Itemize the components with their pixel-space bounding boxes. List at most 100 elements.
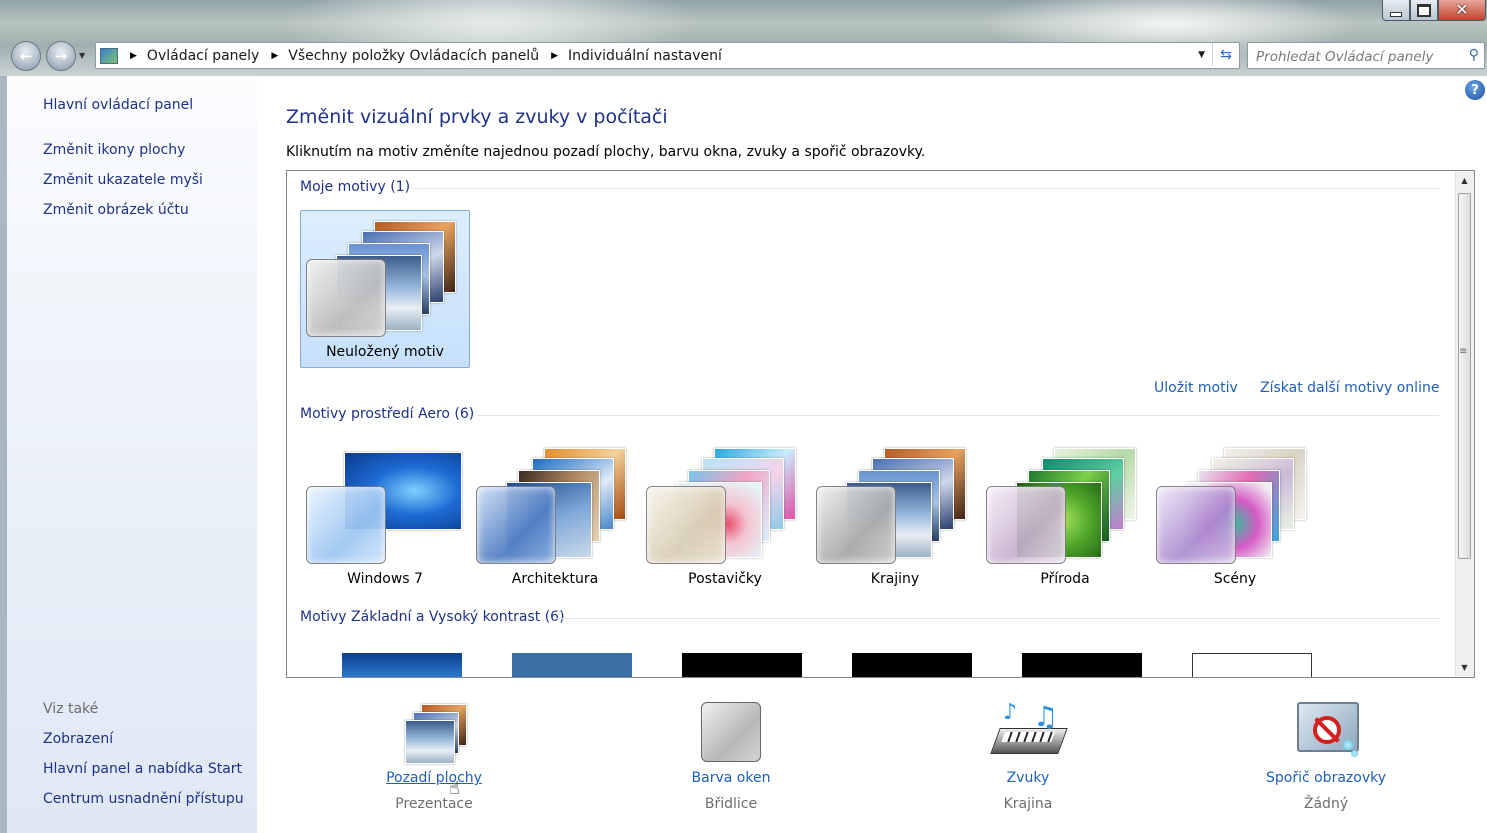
theme-thumbnail [306, 448, 466, 564]
desktop-background-value: Prezentace [395, 796, 473, 812]
search-input[interactable] [1254, 45, 1458, 68]
window-color-setting[interactable]: Barva oken Břidlice [631, 700, 831, 812]
sidebar-link-taskbar-start[interactable]: Hlavní panel a nabídka Start [43, 761, 242, 777]
breadcrumb-separator-icon[interactable]: ▶ [271, 51, 278, 61]
minimize-icon [1390, 11, 1402, 17]
desktop-background-link[interactable]: Pozadí plochy [334, 770, 534, 786]
group-header-my-themes: Moje motivy (1) [300, 179, 410, 195]
forward-button[interactable]: → [46, 41, 76, 71]
theme-characters[interactable]: Postavičky [640, 437, 810, 595]
theme-basic-4[interactable] [852, 653, 972, 677]
sounds-value: Krajina [1003, 796, 1053, 812]
desktop-background-icon [399, 700, 469, 764]
screensaver-link[interactable]: Spořič obrazovky [1226, 770, 1426, 786]
maximize-icon [1417, 3, 1431, 17]
search-box[interactable]: ⚲ [1247, 42, 1485, 69]
scroll-up-icon[interactable]: ▲ [1456, 172, 1473, 189]
recent-pages-dropdown[interactable]: ▼ [79, 51, 85, 60]
breadcrumb-control-panel[interactable]: Ovládací panely [147, 48, 259, 64]
sounds-icon: ♪ ♫ [990, 700, 1068, 764]
maximize-button[interactable] [1410, 0, 1438, 21]
theme-label: Architektura [511, 571, 599, 587]
control-panel-icon [100, 47, 118, 64]
screensaver-setting[interactable]: Spořič obrazovky Žádný [1226, 700, 1426, 812]
theme-label: Scény [1213, 571, 1257, 587]
breadcrumb-all-items[interactable]: Všechny položky Ovládacích panelů [288, 48, 539, 64]
page-description: Kliknutím na motiv změníte najednou poza… [286, 144, 926, 160]
theme-label: Krajiny [870, 571, 920, 587]
desktop-background-setting[interactable]: Pozadí plochy Prezentace [334, 700, 534, 812]
help-glyph: ? [1471, 82, 1479, 98]
theme-thumbnail [816, 448, 976, 564]
refresh-icon: ⇆ [1220, 46, 1232, 63]
sidebar: Hlavní ovládací panel Změnit ikony ploch… [7, 76, 257, 833]
sidebar-link-desktop-icons[interactable]: Změnit ikony plochy [43, 142, 185, 158]
breadcrumb-personalization[interactable]: Individuální nastavení [568, 48, 722, 64]
sidebar-link-control-panel-home[interactable]: Hlavní ovládací panel [43, 97, 193, 113]
scrollbar-thumb[interactable] [1458, 193, 1471, 559]
theme-architecture[interactable]: Architektura [470, 437, 640, 595]
sidebar-link-mouse-pointers[interactable]: Změnit ukazatele myši [43, 172, 203, 188]
breadcrumb-separator-icon[interactable]: ▶ [130, 51, 137, 61]
theme-list[interactable]: ▲ ≡ ▼ Moje motivy (1) Neuložený motiv Ul… [286, 170, 1475, 678]
theme-scenes[interactable]: Scény [1150, 437, 1320, 595]
theme-basic-1[interactable] [342, 653, 462, 677]
search-icon[interactable]: ⚲ [1469, 47, 1479, 63]
sidebar-link-ease-of-access[interactable]: Centrum usnadnění přístupu [43, 791, 244, 807]
sounds-link[interactable]: Zvuky [928, 770, 1128, 786]
address-bar[interactable]: ▶ Ovládací panely ▶ Všechny položky Ovlá… [95, 42, 1240, 69]
window-color-link[interactable]: Barva oken [631, 770, 831, 786]
sidebar-link-account-picture[interactable]: Změnit obrázek účtu [43, 202, 189, 218]
scroll-down-icon[interactable]: ▼ [1456, 659, 1473, 676]
theme-thumbnail [1156, 448, 1316, 564]
theme-label: Postavičky [688, 571, 762, 587]
group-divider [555, 618, 1439, 619]
theme-landscapes[interactable]: Krajiny [810, 437, 980, 595]
theme-windows7[interactable]: Windows 7 [300, 437, 470, 595]
scrollbar-grip-icon: ≡ [1459, 346, 1468, 357]
refresh-button[interactable]: ⇆ [1212, 43, 1239, 66]
vertical-scrollbar[interactable]: ▲ ≡ ▼ [1455, 171, 1474, 677]
group-header-label: Motivy prostředí Aero (6) [300, 406, 475, 422]
back-button[interactable]: ← [11, 41, 41, 71]
sidebar-link-display[interactable]: Zobrazení [43, 731, 113, 747]
close-icon: ✕ [1455, 0, 1469, 19]
window-titlebar: ✕ ← → ▼ ▶ Ovládací panely ▶ Všechny polo… [0, 0, 1487, 76]
see-also-heading: Viz také [43, 701, 99, 717]
window-color-icon [696, 700, 766, 764]
group-header-aero: Motivy prostředí Aero (6) [300, 406, 474, 422]
theme-basic-3[interactable] [682, 653, 802, 677]
theme-thumbnail [986, 448, 1146, 564]
minimize-button[interactable] [1382, 0, 1410, 21]
theme-basic-6[interactable] [1192, 653, 1312, 677]
group-header-label: Moje motivy (1) [300, 179, 411, 195]
group-header-basic: Motivy Základní a Vysoký kontrast (6) [300, 609, 565, 625]
theme-basic-5[interactable] [1022, 653, 1142, 677]
theme-label: Příroda [1040, 571, 1090, 587]
theme-basic-2[interactable] [512, 653, 632, 677]
address-dropdown-icon[interactable]: ▼ [1198, 50, 1205, 60]
screensaver-value: Žádný [1303, 796, 1349, 812]
group-divider [477, 415, 1439, 416]
hand-cursor-icon: ☝ [449, 778, 460, 799]
theme-label: Windows 7 [347, 571, 423, 587]
theme-unsaved[interactable]: Neuložený motiv [300, 210, 470, 368]
group-header-label: Motivy Základní a Vysoký kontrast (6) [300, 609, 565, 625]
theme-label: Neuložený motiv [326, 344, 444, 360]
window-color-value: Břidlice [704, 796, 758, 812]
back-arrow-icon: ← [19, 47, 33, 65]
screensaver-icon [1291, 700, 1361, 764]
theme-thumbnail [476, 448, 636, 564]
sounds-setting[interactable]: ♪ ♫ Zvuky Krajina [928, 700, 1128, 812]
forward-arrow-icon: → [54, 47, 68, 65]
group-divider [412, 188, 1439, 189]
help-icon[interactable]: ? [1465, 80, 1485, 100]
close-button[interactable]: ✕ [1438, 0, 1486, 21]
theme-thumbnail [306, 221, 466, 337]
theme-thumbnail [646, 448, 806, 564]
window-controls: ✕ [1382, 0, 1486, 22]
save-theme-link[interactable]: Uložit motiv [1154, 380, 1238, 396]
get-more-themes-link[interactable]: Získat další motivy online [1260, 380, 1439, 396]
theme-nature[interactable]: Příroda [980, 437, 1150, 595]
breadcrumb-separator-icon[interactable]: ▶ [551, 51, 558, 61]
